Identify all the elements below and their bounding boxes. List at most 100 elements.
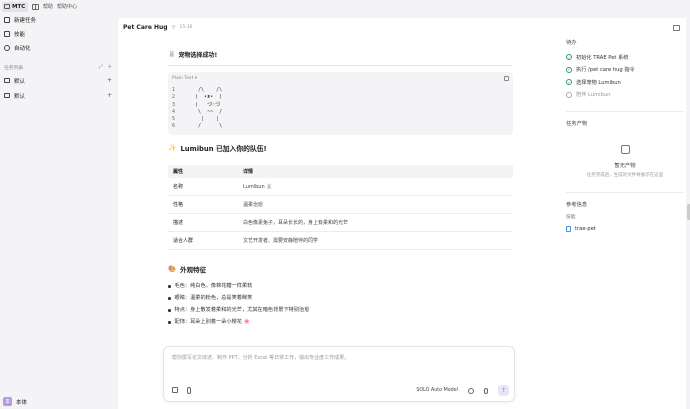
input-actions: SOLO Auto Model ↑ [416, 385, 509, 396]
right-panel: 待办 ✓ 初始化 TRAE Pet 系统 ✓ 执行 /pet care hug … [566, 38, 684, 232]
attach-icon[interactable] [187, 387, 191, 394]
todo-item: ✓ 选择宠物 Lumibun [566, 79, 621, 86]
sidebar-item-new-task[interactable]: 新建任务 [0, 13, 118, 27]
check-icon: ✓ [566, 79, 572, 86]
divider [168, 65, 513, 66]
sidebar-item-label: 自动化 [14, 46, 31, 52]
top-bar: MTC 帮助 帮助中心 [0, 0, 118, 13]
task-list-header: 任务列表 ⤢ + [0, 61, 118, 73]
folder-icon [4, 78, 10, 83]
file-icon [566, 226, 571, 232]
list-item: 眼睛：温柔的粉色，总是笑着眯笑 [168, 292, 513, 304]
table-header-row: 属性 详情 [168, 164, 513, 178]
expand-icon[interactable]: ⤢ [99, 64, 103, 70]
copy-icon[interactable] [504, 76, 509, 81]
timestamp: 15:36 [179, 25, 193, 30]
list-item: 配饰：耳朵上别着一朵小樱花 🌸 [168, 316, 513, 328]
sidebar-item-skills[interactable]: 技能 [0, 27, 118, 41]
send-button[interactable]: ↑ [498, 385, 509, 396]
reference-title: 参考信息 [566, 202, 588, 208]
table-header: 详情 [238, 164, 513, 178]
pending-icon [566, 91, 572, 98]
table-cell: Lumibun 🐰 [238, 177, 513, 197]
sparkle-icon: ✨ [168, 143, 177, 152]
task-list-title: 任务列表 [4, 65, 24, 71]
code-language[interactable]: Plain Text [172, 76, 193, 81]
list-item: 特点：身上散发着柔和的光芒，尤其在暗色背景下特别治愈 [168, 304, 513, 316]
code-header: Plain Text ▾ [172, 76, 509, 81]
divider [566, 192, 684, 193]
main-header: Pet Care Hug ◷ 15:36 [123, 24, 193, 31]
reference-label: 技能 [566, 215, 576, 220]
sidebar-folder[interactable]: 默认 + [0, 73, 118, 88]
app-switcher[interactable]: MTC [2, 1, 28, 12]
table-row: 适合人群 文艺开发者、需要安静陪伴的同学 [168, 231, 513, 251]
pet-attribute-table: 属性 详情 名称 Lumibun 🐰 性格 温柔治愈 描述 白色像素兔子，耳朵长… [168, 164, 513, 251]
code-line: 1 /\ /\ [172, 87, 223, 93]
check-icon: ✓ [566, 54, 572, 61]
box-icon [620, 145, 630, 154]
menu-help-center[interactable]: 帮助中心 [57, 3, 77, 10]
todo-item: ✓ 执行 /pet care hug 指令 [566, 66, 635, 74]
model-selector[interactable]: SOLO Auto Model [416, 388, 458, 393]
code-block: Plain Text ▾ 1 /\ /\ 2 ( •ᴥ• ) 3 ( づ♡づ 4… [168, 72, 513, 135]
add-task-icon[interactable]: + [107, 77, 112, 84]
menu-help[interactable]: 帮助 [43, 3, 53, 10]
table-cell: 白色像素兔子，耳朵长长的，身上有柔和的光芒 [238, 213, 513, 233]
table-cell: 温柔治愈 [238, 195, 513, 215]
user-name: 本体 [16, 399, 28, 406]
app-name: MTC [12, 3, 26, 10]
table-row: 描述 白色像素兔子，耳朵长长的，身上有柔和的光芒 [168, 213, 513, 233]
image-icon[interactable] [172, 387, 178, 393]
table-cell: 名称 [168, 177, 238, 197]
automation-icon [4, 45, 10, 51]
todo-title: 待办 [566, 40, 577, 46]
folder-label: 默认 [14, 93, 26, 100]
feature-list: 毛色：纯白色，像棉花糖一样柔软 眼睛：温柔的粉色，总是笑着眯笑 特点：身上散发着… [168, 280, 513, 328]
todo-item: ✓ 初始化 TRAE Pet 系统 [566, 54, 629, 61]
add-task-icon[interactable]: + [107, 92, 112, 99]
success-heading: 🐰 宠物选择成功! [168, 51, 218, 59]
page-title: Pet Care Hug [123, 24, 168, 31]
divider [566, 111, 684, 112]
avatar: 本 [3, 397, 12, 406]
sidebar-item-automation[interactable]: 自动化 [0, 41, 118, 55]
table-cell: 描述 [168, 213, 238, 233]
reference-item[interactable]: trae-pet [566, 226, 684, 232]
table-cell: 性格 [168, 195, 238, 215]
table-cell: 文艺开发者、需要安静陪伴的同学 [238, 231, 513, 251]
sidebar-item-label: 新建任务 [14, 18, 37, 24]
artifact-title: 任务产物 [566, 121, 588, 127]
empty-artifacts: 暂无产物 任务完成后，生成的文件将展示在这里 [566, 145, 684, 178]
chat-icon[interactable] [468, 387, 474, 394]
sidebar: 新建任务 技能 自动化 任务列表 ⤢ + 默认 + 默认 + 本 本体 [0, 13, 118, 409]
palette-icon: 🎨 [168, 265, 177, 274]
chat-content: 🐰 宠物选择成功! Plain Text ▾ 1 /\ /\ 2 ( •ᴥ• )… [168, 50, 513, 328]
chat-input-box[interactable]: 帮你撰写论文综述、制作 PPT、分析 Excel 等日常工作，输出专业度工作成果… [163, 346, 515, 402]
sidebar-folder[interactable]: 默认 + [0, 88, 118, 103]
user-profile[interactable]: 本 本体 [3, 397, 27, 406]
sidebar-toggle-icon[interactable] [32, 3, 39, 10]
table-header: 属性 [168, 164, 238, 178]
skill-icon [4, 31, 10, 37]
code-line: 2 ( •ᴥ• ) [172, 94, 223, 101]
chevron-down-icon[interactable]: ▾ [193, 76, 197, 81]
check-icon: ✓ [566, 66, 572, 73]
code-line: 3 ( づ♡づ [172, 101, 221, 108]
empty-subtitle: 任务完成后，生成的文件将展示在这里 [586, 173, 664, 178]
joined-heading: ✨ Lumibun 已加入你的队伍! [168, 143, 267, 153]
todo-item: 陪伴 Lumibun [566, 89, 684, 102]
mic-icon[interactable] [484, 387, 488, 394]
table-cell: 适合人群 [168, 231, 238, 251]
input-tools [172, 387, 191, 394]
chat-input-placeholder[interactable]: 帮你撰写论文综述、制作 PPT、分析 Excel 等日常工作，输出专业度工作成果… [172, 354, 349, 361]
code-line: 4 \ ~~ / [172, 108, 223, 115]
sidebar-item-label: 技能 [14, 32, 26, 38]
panel-toggle-icon[interactable] [673, 25, 680, 31]
add-folder-icon[interactable]: + [108, 64, 112, 70]
empty-title: 暂无产物 [614, 163, 636, 169]
folder-label: 默认 [14, 78, 26, 85]
code-line: 5 | | [172, 116, 220, 123]
table-row: 性格 温柔治愈 [168, 195, 513, 215]
table-row: 名称 Lumibun 🐰 [168, 177, 513, 197]
